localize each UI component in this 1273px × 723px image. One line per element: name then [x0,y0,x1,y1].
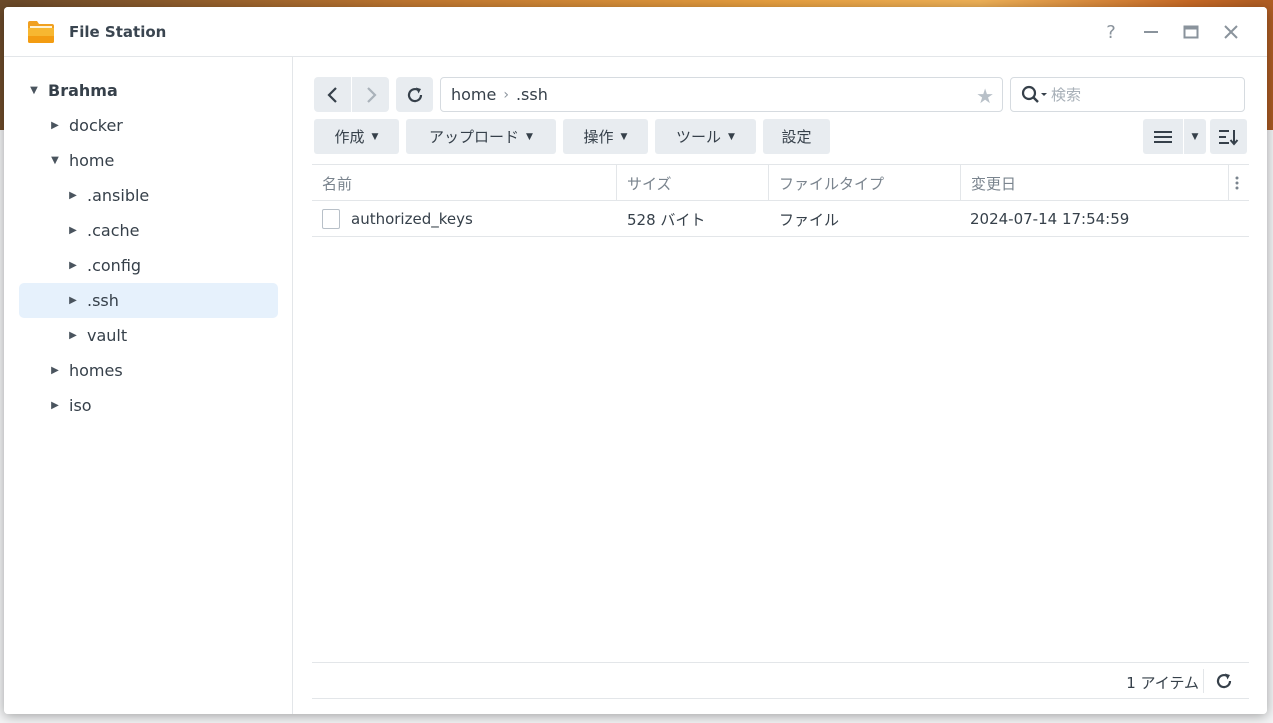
file-list-panel: home › .ssh ★ 作成 ▼ アップロード ▼ 操作 ▼ ツール ▼ 設定 [294,57,1267,714]
file-icon [322,209,340,229]
column-type[interactable]: ファイルタイプ [768,165,960,201]
upload-label: アップロード [429,128,520,146]
caret-right-icon[interactable]: ▶ [65,188,81,204]
sort-button[interactable] [1210,119,1247,154]
tree-label: .config [87,256,142,275]
close-icon [1224,25,1238,39]
caret-down-icon[interactable]: ▼ [26,83,42,99]
back-button[interactable] [314,77,351,112]
tree-label: Brahma [48,81,118,100]
caret-right-icon[interactable]: ▶ [47,118,63,134]
help-icon: ? [1106,21,1116,43]
breadcrumb-separator: › [503,86,509,103]
forward-button[interactable] [352,77,389,112]
tree-label: vault [87,326,128,345]
caret-down-icon: ▼ [1191,131,1199,142]
view-options-dropdown[interactable]: ▼ [1184,119,1206,154]
item-count: 1 アイテム [1126,674,1199,692]
breadcrumb-ssh[interactable]: .ssh [516,85,548,104]
search-input[interactable] [1051,85,1231,104]
column-name[interactable]: 名前 [312,165,616,201]
column-size[interactable]: サイズ [616,165,768,201]
tree-item-home[interactable]: ▼ home [47,143,277,178]
create-label: 作成 [334,128,365,146]
maximize-icon [1183,25,1199,39]
more-vertical-icon [1235,176,1239,190]
tree-root-brahma[interactable]: ▼ Brahma [26,73,276,108]
upload-button[interactable]: アップロード ▼ [406,119,556,154]
settings-label: 設定 [781,128,812,146]
caret-right-icon[interactable]: ▶ [47,363,63,379]
tree-item-homes[interactable]: ▶ homes [47,353,277,388]
tools-button[interactable]: ツール ▼ [655,119,756,154]
tree-item-vault[interactable]: ▶ vault [65,318,277,353]
divider [1203,669,1204,693]
tree-label: .ansible [87,186,150,205]
settings-button[interactable]: 設定 [763,119,830,154]
refresh-icon[interactable] [1215,672,1235,692]
tree-item-config[interactable]: ▶ .config [65,248,277,283]
tree-item-iso[interactable]: ▶ iso [47,388,277,423]
caret-right-icon[interactable]: ▶ [65,328,81,344]
tree-label: home [69,151,115,170]
cell-modified: 2024-07-14 17:54:59 [970,210,1130,228]
chevron-right-icon [366,86,377,103]
file-name: authorized_keys [351,210,473,228]
folder-app-icon [26,16,56,46]
tree-item-ansible[interactable]: ▶ .ansible [65,178,277,213]
refresh-icon [407,87,422,102]
caret-right-icon[interactable]: ▶ [47,398,63,414]
action-label: 操作 [583,128,614,146]
close-button[interactable] [1219,20,1243,44]
maximize-button[interactable] [1179,20,1203,44]
folder-tree: ▼ Brahma ▶ docker ▼ home ▶ .ansible ▶ .c… [4,57,293,714]
create-button[interactable]: 作成 ▼ [314,119,399,154]
title-bar: File Station ? [4,7,1267,57]
sort-icon [1218,129,1238,146]
caret-down-icon: ▼ [371,131,379,142]
search-icon[interactable] [1021,85,1051,105]
minimize-icon [1144,31,1158,33]
cell-size: 528 バイト [627,210,706,229]
caret-down-icon: ▼ [620,131,628,142]
search-box[interactable] [1010,77,1245,112]
list-view-icon [1154,130,1172,143]
caret-down-icon: ▼ [728,131,735,142]
list-view-button[interactable] [1143,119,1183,154]
table-header: 名前 サイズ ファイルタイプ 変更日 [312,164,1249,201]
breadcrumb-home[interactable]: home [451,85,496,104]
status-bar: 1 アイテム [312,662,1249,699]
caret-down-icon[interactable]: ▼ [47,153,63,169]
caret-down-icon: ▼ [526,131,533,142]
cell-type: ファイル [779,210,840,229]
star-icon[interactable]: ★ [976,84,994,108]
caret-right-icon[interactable]: ▶ [65,223,81,239]
tree-label: .ssh [87,291,119,310]
minimize-button[interactable] [1139,20,1163,44]
table-row[interactable]: authorized_keys 528 バイト ファイル 2024-07-14 … [312,201,1249,237]
column-modified[interactable]: 変更日 [960,165,1228,201]
tree-label: docker [69,116,123,135]
tree-item-ssh[interactable]: ▶ .ssh [19,283,278,318]
chevron-left-icon [326,86,337,103]
refresh-button[interactable] [396,77,433,112]
action-button[interactable]: 操作 ▼ [563,119,648,154]
help-button[interactable]: ? [1099,20,1123,44]
address-bar[interactable]: home › .ssh ★ [440,77,1003,112]
cell-name: authorized_keys [322,201,616,237]
tools-label: ツール [676,128,722,146]
tree-label: iso [69,396,92,415]
tree-label: homes [69,361,123,380]
tree-item-docker[interactable]: ▶ docker [47,108,277,143]
tree-label: .cache [87,221,140,240]
window-title: File Station [69,23,167,41]
column-options-button[interactable] [1228,165,1249,201]
tree-item-cache[interactable]: ▶ .cache [65,213,277,248]
file-station-window: File Station ? ▼ Brahma ▶ docker ▼ home … [4,7,1267,714]
caret-right-icon[interactable]: ▶ [65,293,81,309]
caret-right-icon[interactable]: ▶ [65,258,81,274]
